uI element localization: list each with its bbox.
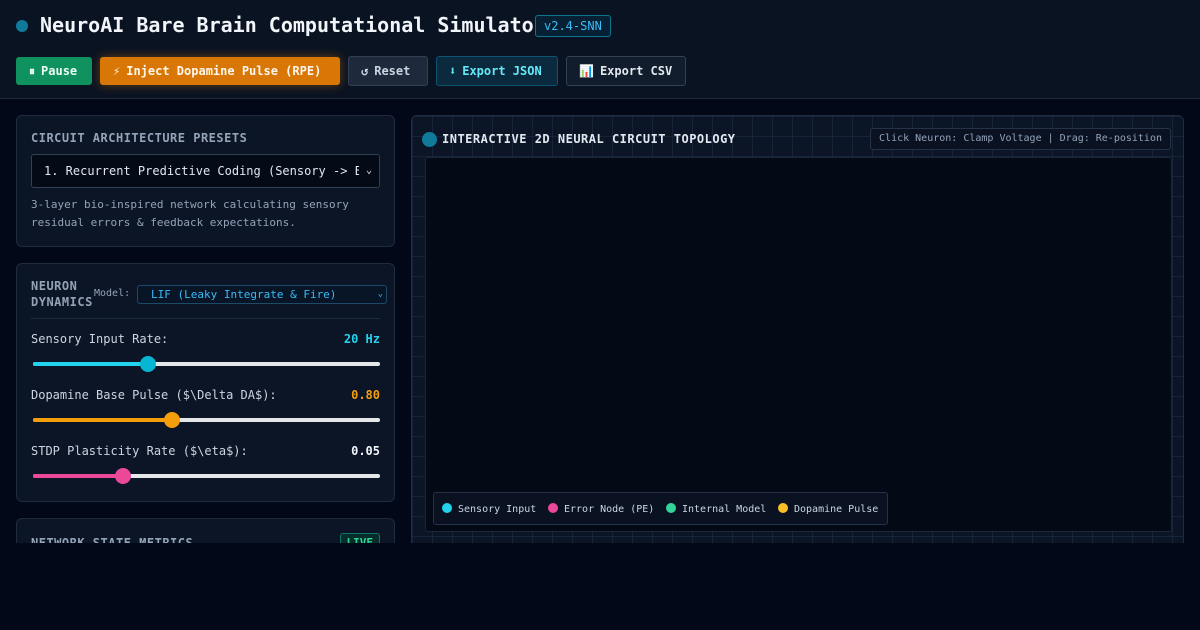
slider-track[interactable]: [33, 356, 380, 372]
legend-item: Dopamine Pulse: [778, 503, 878, 515]
download-icon: ⬇: [449, 64, 457, 78]
slider-label: STDP Plasticity Rate ($\eta$):: [31, 444, 248, 458]
inject-dopamine-button[interactable]: ⚡ Inject Dopamine Pulse (RPE): [100, 57, 340, 85]
lightning-icon: ⚡: [113, 64, 121, 78]
app-header: NeuroAI Bare Brain Computational Simulat…: [0, 0, 1200, 99]
slider-fill: [33, 418, 172, 422]
legend-label: Error Node (PE): [564, 504, 655, 515]
model-selected-value: LIF (Leaky Integrate & Fire): [151, 288, 337, 301]
neuron-dynamics-panel: NEURON DYNAMICS Model: LIF (Leaky Integr…: [16, 263, 395, 502]
legend-swatch-icon: [548, 503, 558, 513]
topology-title: INTERACTIVE 2D NEURAL CIRCUIT TOPOLOGY: [442, 132, 736, 146]
slider-label: Sensory Input Rate:: [31, 332, 169, 346]
chevron-down-icon: ⌄: [359, 155, 379, 187]
legend-swatch-icon: [442, 503, 452, 513]
inject-dopamine-label: Inject Dopamine Pulse (RPE): [126, 64, 322, 78]
reset-label: Reset: [374, 64, 411, 78]
pause-button[interactable]: ⏸ Pause: [16, 57, 92, 85]
reset-icon: ↺: [361, 64, 369, 78]
slider-thumb[interactable]: [139, 356, 156, 372]
export-csv-button[interactable]: 📊 Export CSV: [566, 56, 686, 86]
dynamics-title-line2: DYNAMICS: [31, 295, 93, 309]
slider-label: Dopamine Base Pulse ($\Delta DA$):: [31, 388, 277, 402]
neural-circuit-canvas[interactable]: Sensory Input Error Node (PE) Internal Mod…: [425, 157, 1172, 532]
pause-icon: ⏸: [29, 64, 36, 78]
status-indicator-icon: [16, 20, 28, 32]
topology-indicator-icon: [422, 132, 437, 147]
chevron-down-icon: ⌄: [377, 289, 383, 299]
slider-track[interactable]: [33, 468, 380, 484]
slider-value: 0.05: [351, 444, 380, 458]
dynamics-title: NEURON DYNAMICS: [31, 278, 93, 310]
page-background: [0, 543, 1200, 630]
legend-label: Internal Model: [682, 504, 767, 515]
pause-label: Pause: [41, 64, 78, 78]
model-select[interactable]: LIF (Leaky Integrate & Fire) ⌄: [137, 285, 387, 304]
slider-thumb[interactable]: [163, 412, 180, 428]
slider-fill: [33, 362, 148, 366]
presets-title: CIRCUIT ARCHITECTURE PRESETS: [31, 131, 248, 145]
topology-panel: INTERACTIVE 2D NEURAL CIRCUIT TOPOLOGY C…: [411, 115, 1184, 560]
dynamics-title-line1: NEURON: [31, 279, 78, 293]
presets-panel: CIRCUIT ARCHITECTURE PRESETS 1. Recurren…: [16, 115, 395, 247]
chart-icon: 📊: [579, 64, 594, 78]
interaction-hint: Click Neuron: Clamp Voltage | Drag: Re-p…: [870, 128, 1171, 150]
reset-button[interactable]: ↺ Reset: [348, 56, 428, 86]
app-title: NeuroAI Bare Brain Computational Simulat…: [40, 13, 546, 37]
divider: [31, 318, 380, 319]
slider-fill: [33, 474, 124, 478]
legend-swatch-icon: [666, 503, 676, 513]
export-json-button[interactable]: ⬇ Export JSON: [436, 56, 558, 86]
legend-item: Error Node (PE): [548, 503, 654, 515]
slider-thumb[interactable]: [115, 468, 132, 484]
legend-label: Dopamine Pulse: [794, 504, 879, 515]
export-csv-label: Export CSV: [599, 64, 673, 78]
preset-description: 3-layer bio-inspired network calculating…: [31, 198, 349, 229]
preset-select[interactable]: 1. Recurrent Predictive Coding (Sensory …: [31, 154, 380, 188]
slider-value: 20 Hz: [343, 332, 380, 346]
model-label: Model:: [94, 288, 131, 299]
legend: Sensory Input Error Node (PE) Internal Mod…: [433, 492, 888, 525]
version-badge: v2.4-SNN: [535, 15, 611, 37]
legend-swatch-icon: [778, 503, 788, 513]
slider-track[interactable]: [33, 412, 380, 428]
legend-label: Sensory Input: [458, 504, 537, 515]
slider-value: 0.80: [351, 388, 380, 402]
legend-item: Sensory Input: [442, 503, 536, 515]
legend-item: Internal Model: [666, 503, 766, 515]
preset-selected-value: 1. Recurrent Predictive Coding (Sensory …: [44, 164, 362, 178]
export-json-label: Export JSON: [462, 64, 542, 78]
